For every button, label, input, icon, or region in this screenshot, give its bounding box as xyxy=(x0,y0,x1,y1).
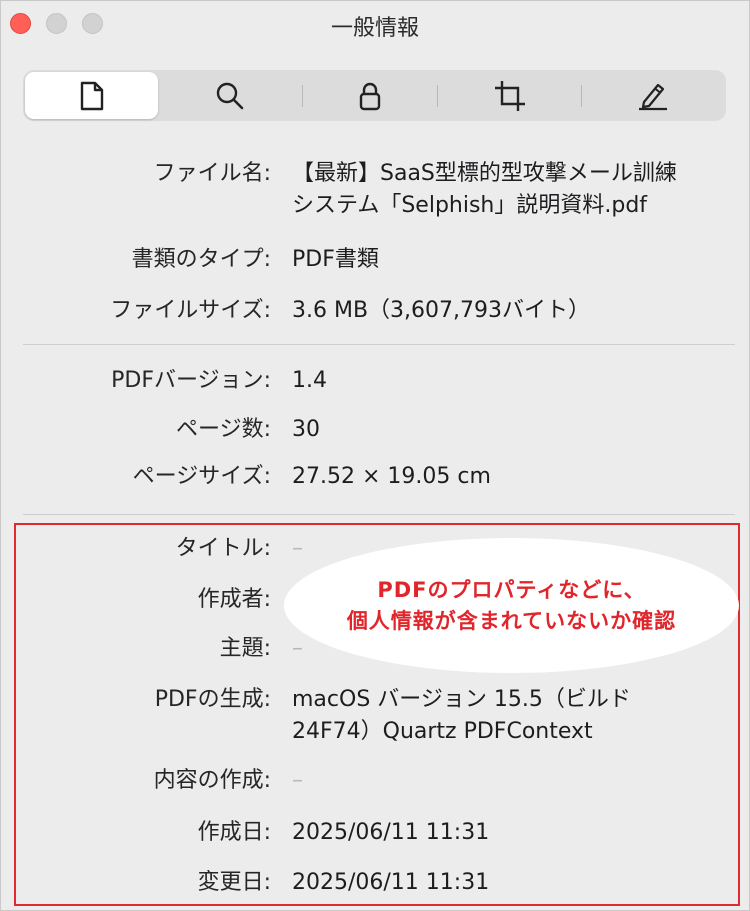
pdf-version-value: 1.4 xyxy=(292,368,327,393)
lock-icon xyxy=(359,82,381,110)
tab-document[interactable] xyxy=(25,72,158,119)
inspector-tab-bar xyxy=(23,70,726,121)
file-name-line: 【最新】SaaS型標的型攻撃メール訓練 xyxy=(292,161,677,186)
crop-icon xyxy=(494,80,525,111)
section-divider xyxy=(23,344,735,345)
annotation-callout: PDFのプロパティなどに、 個人情報が含まれていないか確認 xyxy=(284,538,739,673)
info-window: 一般情報 ファイル名: 【最新】SaaS型標的型攻撃メール訓練 システム「Sel… xyxy=(0,0,750,911)
page-size-value: 27.52 × 19.05 cm xyxy=(292,464,491,489)
window-title: 一般情報 xyxy=(330,16,419,41)
pencil-icon xyxy=(639,83,667,110)
file-size-value: 3.6 MB（3,607,793バイト） xyxy=(292,298,591,323)
page-size-label: ページサイズ: xyxy=(132,464,271,489)
pdf-version-label: PDFバージョン: xyxy=(111,368,271,393)
section-divider xyxy=(23,514,735,515)
file-size-label: ファイルサイズ: xyxy=(110,298,271,323)
annotation-line: PDFのプロパティなどに、 xyxy=(377,577,646,602)
page-count-value: 30 xyxy=(292,417,320,442)
tab-crop[interactable] xyxy=(438,70,581,121)
file-name-line: システム「Selphish」説明資料.pdf xyxy=(292,193,648,218)
tab-security[interactable] xyxy=(303,70,437,121)
document-icon xyxy=(80,81,103,110)
file-name-label: ファイル名: xyxy=(153,161,271,186)
tab-search[interactable] xyxy=(160,70,300,121)
doc-type-label: 書類のタイプ: xyxy=(131,247,271,272)
page-count-label: ページ数: xyxy=(176,417,271,442)
tab-annotate[interactable] xyxy=(582,70,724,121)
title-bar: 一般情報 xyxy=(1,1,749,47)
file-name-value: 【最新】SaaS型標的型攻撃メール訓練 システム「Selphish」説明資料.p… xyxy=(292,158,732,222)
search-icon xyxy=(216,82,244,109)
annotation-line: 個人情報が含まれていないか確認 xyxy=(346,608,677,633)
doc-type-value: PDF書類 xyxy=(292,247,379,272)
